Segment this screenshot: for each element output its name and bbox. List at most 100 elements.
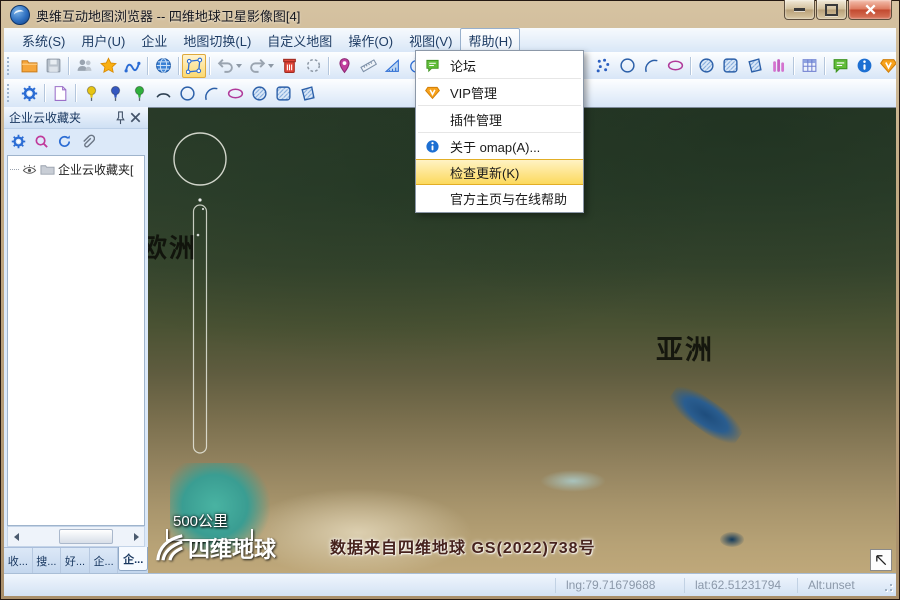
- separator: [793, 57, 794, 75]
- fill-polygon-button[interactable]: [742, 54, 766, 78]
- panel-close-button[interactable]: [128, 110, 143, 125]
- separator: [178, 57, 179, 75]
- settings-gear-button[interactable]: [17, 81, 41, 105]
- location-pin-button[interactable]: [332, 54, 356, 78]
- open-folder-button[interactable]: [17, 54, 41, 78]
- tab-search[interactable]: 搜...: [33, 548, 62, 573]
- menu-map-switch[interactable]: 地图切换(L): [175, 28, 259, 53]
- status-bar: lng:79.71679688 lat:62.51231794 Alt:unse…: [4, 573, 896, 596]
- data-table-button[interactable]: [797, 54, 821, 78]
- route-track-button[interactable]: [120, 54, 144, 78]
- shape-edit-button[interactable]: [182, 54, 206, 78]
- tab-enterprise-cloud[interactable]: 企...: [118, 547, 148, 571]
- forum-chat-button[interactable]: [828, 54, 852, 78]
- maximize-button[interactable]: [816, 0, 847, 20]
- vip-button[interactable]: [876, 54, 896, 78]
- minimize-button[interactable]: [784, 0, 815, 20]
- menu-item-official-homepage-help[interactable]: 官方主页与在线帮助: [416, 185, 583, 211]
- arc-flat-button[interactable]: [151, 81, 175, 105]
- menu-user[interactable]: 用户(U): [73, 28, 133, 53]
- right-arrow-icon: [134, 533, 139, 541]
- draw-ellipse-button[interactable]: [663, 54, 687, 78]
- menu-item-label: 官方主页与在线帮助: [450, 189, 567, 208]
- tree-item-enterprise-favorites[interactable]: 企业云收藏夹[: [8, 161, 144, 178]
- draw-ellipse-button[interactable]: [223, 81, 247, 105]
- status-latitude: lat:62.51231794: [684, 578, 797, 593]
- redo-button[interactable]: [245, 54, 269, 78]
- draw-circle-button[interactable]: [615, 54, 639, 78]
- ruler-button[interactable]: [356, 54, 380, 78]
- favorites-tree: 企业云收藏夹[: [7, 155, 145, 526]
- tab-enterprise[interactable]: 企...: [90, 548, 119, 573]
- menu-help[interactable]: 帮助(H): [460, 28, 520, 53]
- draw-arc-button[interactable]: [639, 54, 663, 78]
- sidebar-title: 企业云收藏夹: [9, 109, 113, 126]
- toolbar-grip[interactable]: [7, 84, 12, 102]
- fill-rect-button[interactable]: [718, 54, 742, 78]
- fill-circle-button[interactable]: [694, 54, 718, 78]
- scrollbar-thumb[interactable]: [59, 529, 113, 544]
- window-controls: [784, 0, 892, 20]
- delete-button[interactable]: [277, 54, 301, 78]
- refresh-button[interactable]: [57, 134, 72, 149]
- nw-arrow-icon: [874, 553, 889, 568]
- slope-measure-button[interactable]: [380, 54, 404, 78]
- sidebar-tabs: 收... 搜... 好... 企... 企...: [4, 547, 148, 573]
- undo-button[interactable]: [213, 54, 237, 78]
- status-longitude: lng:79.71679688: [555, 578, 684, 593]
- menu-view[interactable]: 视图(V): [401, 28, 460, 53]
- menu-custom-map[interactable]: 自定义地图: [259, 28, 340, 53]
- fill-polygon-button[interactable]: [295, 81, 319, 105]
- undo-dropdown-icon[interactable]: [236, 64, 242, 68]
- scroll-left-button[interactable]: [8, 528, 24, 545]
- tab-favorites[interactable]: 收...: [4, 548, 33, 573]
- bar-pillars-button[interactable]: [766, 54, 790, 78]
- visibility-eye-icon[interactable]: [22, 162, 37, 177]
- users-button[interactable]: [72, 54, 96, 78]
- redo-dropdown-icon[interactable]: [268, 64, 274, 68]
- desert-salt-area: [243, 488, 473, 573]
- pushpin-blue-button[interactable]: [103, 81, 127, 105]
- pushpin-green-button[interactable]: [127, 81, 151, 105]
- toolbar-grip[interactable]: [7, 57, 12, 75]
- about-info-button[interactable]: [852, 54, 876, 78]
- attachment-button[interactable]: [80, 134, 95, 149]
- search-button[interactable]: [34, 134, 49, 149]
- fill-circle-button[interactable]: [247, 81, 271, 105]
- menu-item-label: 论坛: [450, 56, 476, 75]
- settings-gear-button[interactable]: [11, 134, 26, 149]
- draw-arc-button[interactable]: [199, 81, 223, 105]
- globe-3d-button[interactable]: [151, 54, 175, 78]
- menu-item-forum[interactable]: 论坛: [416, 52, 583, 78]
- menu-item-plugin-management[interactable]: 插件管理: [416, 106, 583, 132]
- menu-system[interactable]: 系统(S): [14, 28, 73, 53]
- north-west-button[interactable]: [870, 549, 892, 571]
- scatter-points-button[interactable]: [591, 54, 615, 78]
- scroll-right-button[interactable]: [128, 528, 144, 545]
- pushpin-yellow-button[interactable]: [79, 81, 103, 105]
- menu-item-vip-management[interactable]: VIP管理: [416, 79, 583, 105]
- maximize-icon: [825, 4, 838, 16]
- dashed-selection-button[interactable]: [301, 54, 325, 78]
- tab-friends[interactable]: 好...: [61, 548, 90, 573]
- menu-item-check-update[interactable]: 检查更新(K): [416, 159, 583, 185]
- document-button[interactable]: [48, 81, 72, 105]
- save-button[interactable]: [41, 54, 65, 78]
- separator: [68, 57, 69, 75]
- vip-icon: [423, 85, 441, 100]
- sidebar-header: 企业云收藏夹: [4, 107, 148, 129]
- menu-operation[interactable]: 操作(O): [340, 28, 401, 53]
- sidebar-toolbar: [4, 129, 148, 154]
- app-window: { "window": { "title": "奥维互动地图浏览器 -- 四维地…: [0, 0, 900, 600]
- small-lakes: [540, 470, 606, 492]
- favorite-star-button[interactable]: [96, 54, 120, 78]
- scrollbar-track[interactable]: [24, 527, 128, 546]
- menu-enterprise[interactable]: 企业: [133, 28, 175, 53]
- fill-rect-button[interactable]: [271, 81, 295, 105]
- separator: [209, 57, 210, 75]
- draw-circle-button[interactable]: [175, 81, 199, 105]
- close-button[interactable]: [848, 0, 892, 20]
- resize-grip[interactable]: [880, 579, 893, 592]
- dock-pin-button[interactable]: [113, 110, 128, 125]
- menu-item-about-omap[interactable]: 关于 omap(A)...: [416, 133, 583, 159]
